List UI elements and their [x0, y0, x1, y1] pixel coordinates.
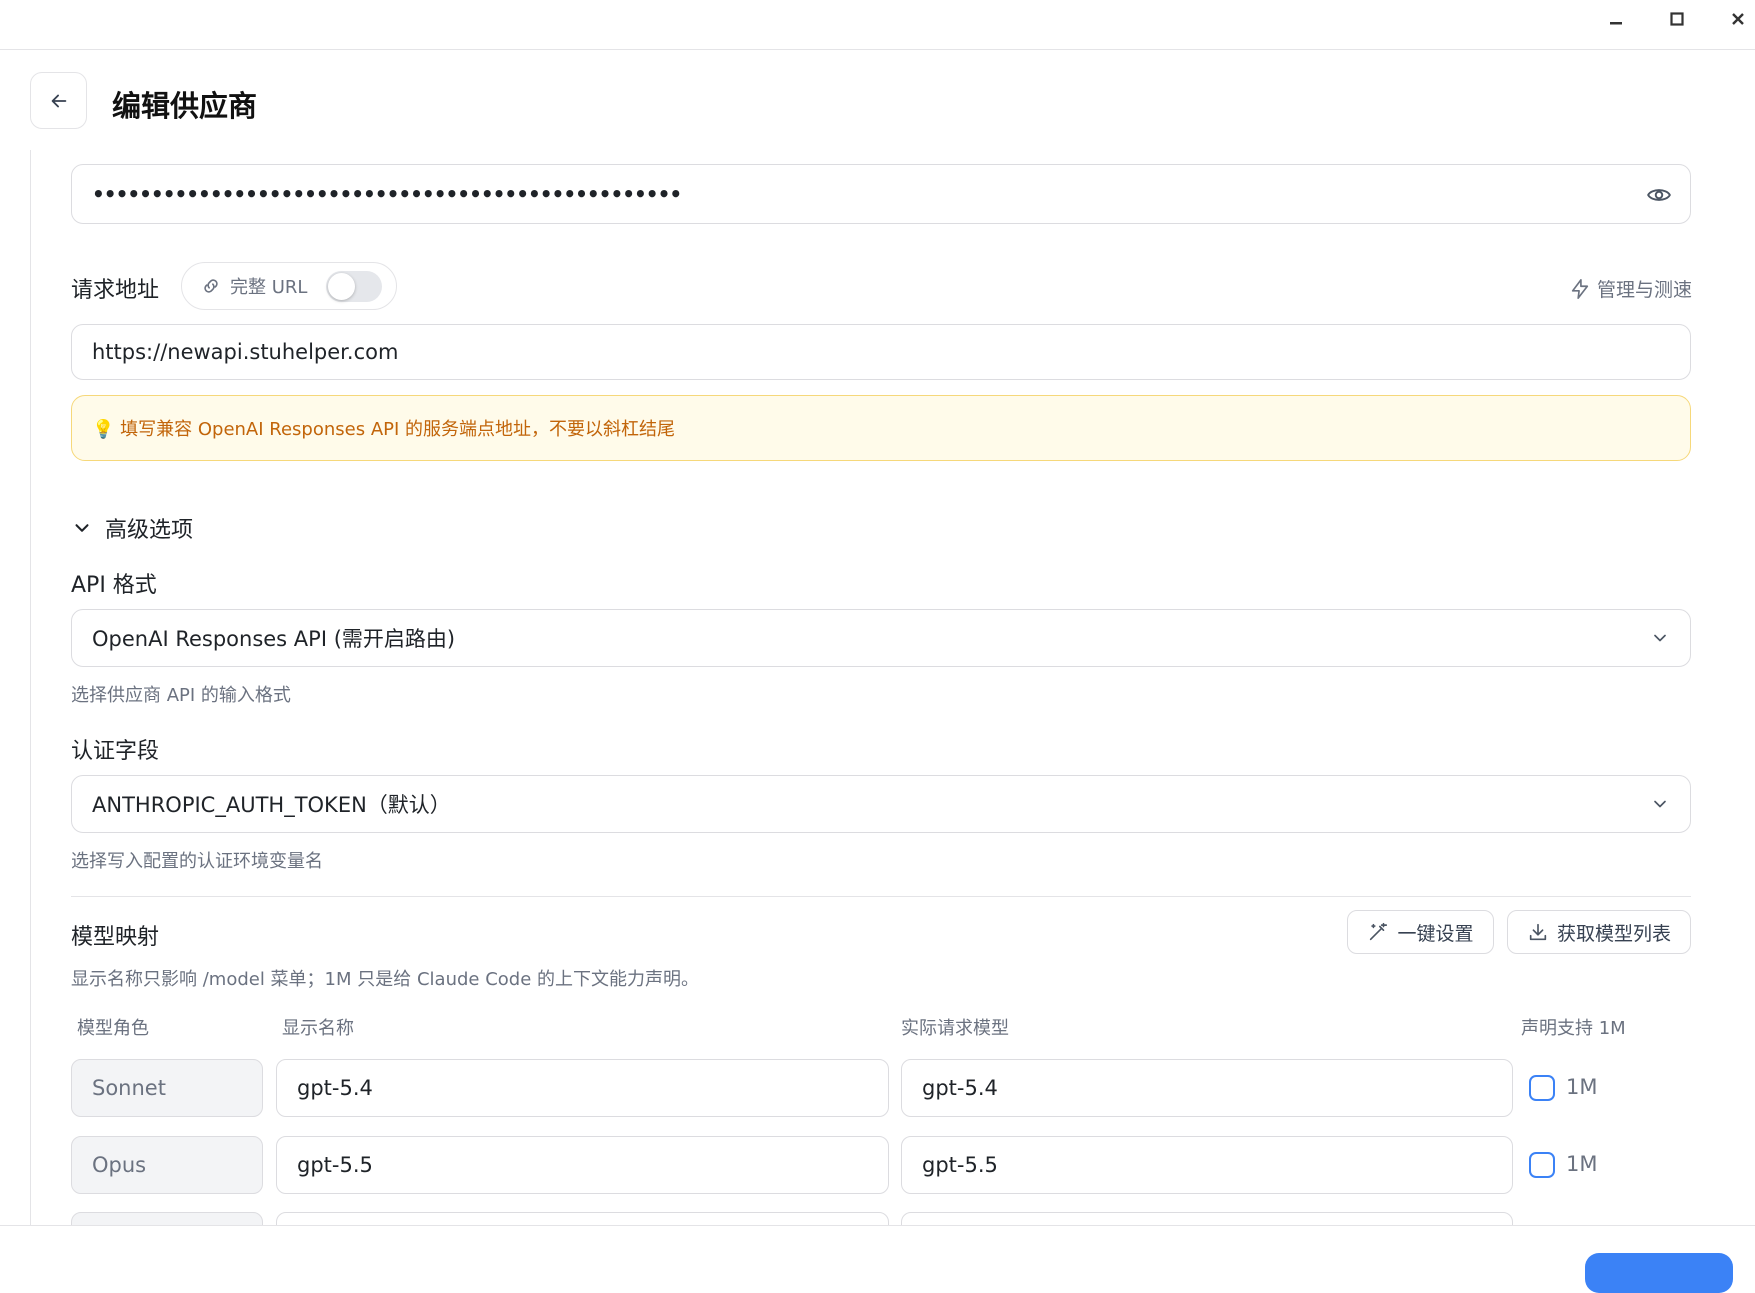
page-title: 编辑供应商: [112, 89, 258, 123]
role-label: Opus: [92, 1153, 147, 1177]
1m-support-label: 1M: [1566, 1152, 1598, 1176]
advanced-options-label: 高级选项: [105, 518, 194, 543]
fetch-models-button[interactable]: 获取模型列表: [1507, 910, 1691, 954]
api-format-hint: 选择供应商 API 的输入格式: [71, 685, 291, 706]
close-icon: [1732, 13, 1744, 25]
full-url-toggle[interactable]: [326, 271, 382, 302]
chevron-down-icon: [1654, 634, 1666, 642]
minimize-icon: [1610, 22, 1622, 25]
model-mapping-title: 模型映射: [71, 925, 160, 950]
display-name-input[interactable]: gpt-5.4: [276, 1059, 889, 1117]
actual-model-value: gpt-5.5: [922, 1153, 998, 1177]
actual-model-input[interactable]: [901, 1212, 1513, 1225]
manage-speedtest-button[interactable]: 管理与测速: [1569, 275, 1692, 302]
chevron-down-icon: [75, 524, 89, 532]
display-name-input[interactable]: gpt-5.5: [276, 1136, 889, 1194]
1m-support-label: 1M: [1566, 1075, 1598, 1099]
advanced-options-toggle[interactable]: 高级选项: [71, 512, 193, 544]
minimize-button[interactable]: [1596, 6, 1636, 32]
page-header: 编辑供应商: [0, 50, 1755, 150]
model-mapping-description: 显示名称只影响 /model 菜单；1M 只是给 Claude Code 的上下…: [71, 969, 700, 990]
column-header-actual-model: 实际请求模型: [901, 1018, 1009, 1039]
save-button[interactable]: [1585, 1253, 1733, 1293]
link-icon: [204, 279, 218, 293]
maximize-button[interactable]: [1657, 6, 1697, 32]
endpoint-label: 请求地址: [71, 278, 160, 303]
maximize-icon: [1670, 12, 1684, 26]
api-key-value: ••••••••••••••••••••••••••••••••••••••••…: [92, 182, 682, 206]
api-format-select[interactable]: OpenAI Responses API (需开启路由): [71, 609, 1691, 667]
endpoint-notice: 💡 填写兼容 OpenAI Responses API 的服务端点地址，不要以斜…: [71, 395, 1691, 461]
one-click-setup-button[interactable]: 一键设置: [1347, 910, 1494, 954]
endpoint-url-value: https://newapi.stuhelper.com: [92, 340, 399, 364]
auth-field-label: 认证字段: [71, 739, 160, 764]
api-key-field[interactable]: ••••••••••••••••••••••••••••••••••••••••…: [71, 164, 1691, 224]
chevron-down-icon: [1654, 800, 1666, 808]
lightning-icon: [1571, 278, 1589, 299]
eye-icon: [1647, 189, 1671, 201]
toggle-knob: [328, 273, 355, 300]
endpoint-url-input[interactable]: https://newapi.stuhelper.com: [71, 324, 1691, 380]
auth-field-select[interactable]: ANTHROPIC_AUTH_TOKEN（默认）: [71, 775, 1691, 833]
arrow-left-icon: [51, 94, 66, 107]
1m-support-checkbox[interactable]: [1529, 1152, 1555, 1178]
role-label: Sonnet: [92, 1076, 166, 1100]
model-role-opus: Opus: [71, 1136, 263, 1194]
back-button[interactable]: [30, 72, 87, 129]
display-name-value: gpt-5.5: [297, 1153, 373, 1177]
download-icon: [1529, 923, 1547, 941]
model-role-sonnet: Sonnet: [71, 1059, 263, 1117]
fetch-models-label: 获取模型列表: [1556, 922, 1671, 945]
one-click-setup-label: 一键设置: [1397, 922, 1474, 945]
api-format-value: OpenAI Responses API (需开启路由): [92, 627, 456, 651]
magic-wand-icon: [1370, 922, 1388, 941]
column-header-1m-support: 声明支持 1M: [1521, 1018, 1626, 1039]
actual-model-value: gpt-5.4: [922, 1076, 998, 1100]
footer-bar: [0, 1225, 1755, 1293]
1m-support-checkbox[interactable]: [1529, 1075, 1555, 1101]
api-format-label: API 格式: [71, 573, 157, 598]
display-name-value: gpt-5.4: [297, 1076, 373, 1100]
display-name-input[interactable]: [276, 1212, 889, 1225]
auth-field-value: ANTHROPIC_AUTH_TOKEN（默认）: [92, 793, 451, 817]
manage-speedtest-label: 管理与测速: [1596, 279, 1692, 301]
model-role-row-partial: [71, 1212, 263, 1225]
section-divider: [71, 896, 1691, 897]
provider-form: ••••••••••••••••••••••••••••••••••••••••…: [30, 150, 1755, 1225]
close-window-button[interactable]: [1718, 6, 1755, 32]
full-url-label: 完整 URL: [230, 277, 308, 298]
actual-model-input[interactable]: gpt-5.4: [901, 1059, 1513, 1117]
show-password-button[interactable]: [1646, 182, 1672, 213]
column-header-role: 模型角色: [77, 1018, 149, 1039]
notice-text: 💡 填写兼容 OpenAI Responses API 的服务端点地址，不要以斜…: [92, 419, 676, 440]
auth-field-hint: 选择写入配置的认证环境变量名: [71, 851, 323, 872]
full-url-toggle-group: 完整 URL: [181, 262, 397, 310]
window-titlebar: [0, 0, 1755, 50]
column-header-display-name: 显示名称: [282, 1018, 354, 1039]
actual-model-input[interactable]: gpt-5.5: [901, 1136, 1513, 1194]
